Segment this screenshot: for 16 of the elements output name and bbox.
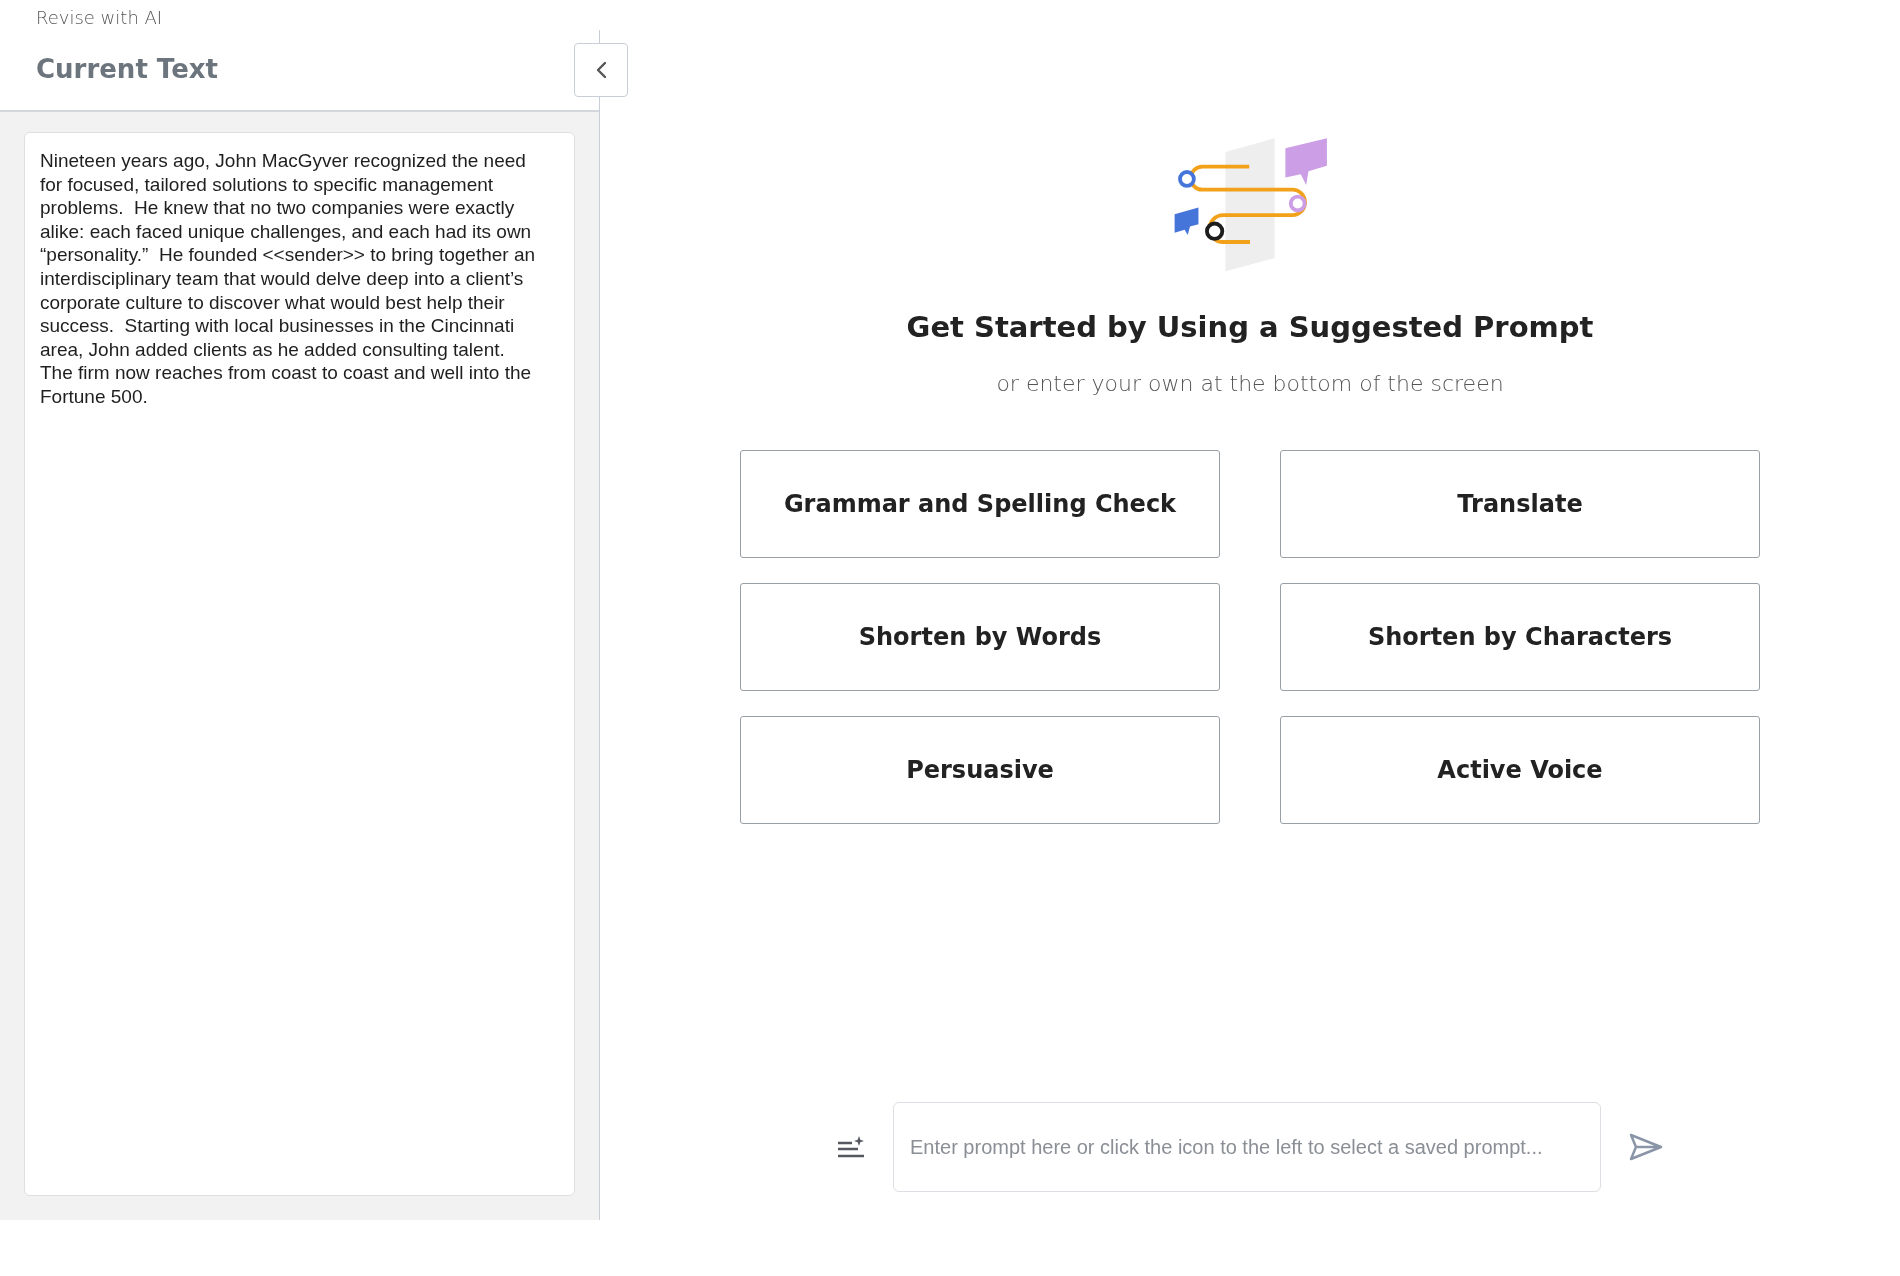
suggested-prompt-button[interactable]: Shorten by Words [740, 582, 1220, 691]
suggested-prompt-button[interactable]: Grammar and Spelling Check [740, 449, 1220, 558]
suggested-prompt-button[interactable]: Persuasive [740, 715, 1220, 824]
send-icon[interactable] [1629, 1133, 1663, 1161]
panel-heading: Current Text [36, 54, 218, 86]
prompt-input-field[interactable]: Enter prompt here or click the icon to the left to select a saved prompt... [893, 1102, 1601, 1192]
saved-prompts-icon[interactable] [837, 1136, 865, 1158]
suggested-prompt-button[interactable]: Shorten by Characters [1280, 582, 1760, 691]
chevron-left-icon [594, 60, 608, 80]
suggested-prompt-button[interactable]: Active Voice [1280, 715, 1760, 824]
collapse-button[interactable] [574, 43, 628, 97]
intro-subtitle: or enter your own at the bottom of the screen [996, 369, 1504, 398]
intro-heading: Get Started by Using a Suggested Prompt [906, 310, 1594, 345]
app-title: Revise with AI [35, 6, 164, 30]
suggested-prompt-button[interactable]: Translate [1280, 449, 1760, 558]
current-text-paragraph: Nineteen years ago, John MacGyver recognized the need for focused, tailored solutions to specific management problems. He knew that no two companies were exactly alike: each faced unique challenges, and each had its own “personality.” He founded <<sender>> to bring together an interdisciplinary team that would delve deep into a client’s corporate culture to discover what would best help their success. Starting with local businesses in the Cincinnati area, John added clients as he added consulting talent. The firm now reaches from coast to coast and well into the Fortune 500. [40, 149, 537, 409]
